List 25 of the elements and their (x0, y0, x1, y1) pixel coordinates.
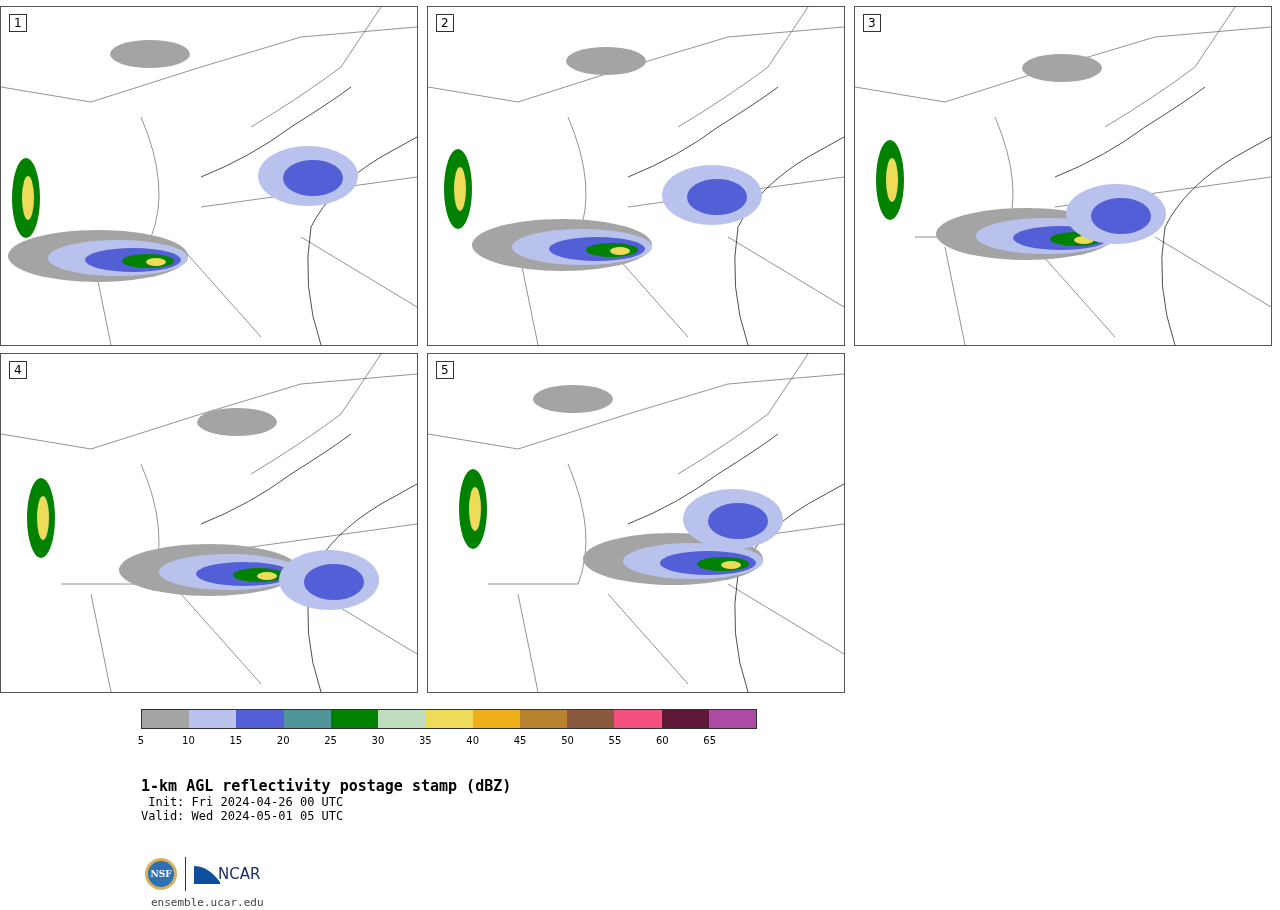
tick-label: 30 (371, 735, 385, 746)
tick-label: 5 (137, 735, 145, 746)
seal-logo: NSF (145, 858, 177, 890)
tick-label: 10 (182, 735, 195, 746)
panel-number: 4 (9, 361, 27, 379)
ncar-logo-text: NCAR (218, 865, 261, 883)
tick-label: 35 (419, 735, 432, 746)
tick-label: 55 (608, 735, 622, 746)
panel-number: 3 (863, 14, 881, 32)
tick-label: 60 (655, 735, 669, 746)
tick-label: 50 (561, 735, 574, 746)
tick-label: 65 (703, 735, 717, 746)
tick-label: 45 (513, 735, 527, 746)
tick-label: 25 (324, 735, 337, 746)
valid-time: Valid: Wed 2024-05-01 05 UTC (141, 809, 345, 823)
tick-label: 15 (229, 735, 243, 746)
panel-number: 5 (436, 361, 454, 379)
wave-logo-icon (194, 864, 220, 884)
init-time: Init: Fri 2024-04-26 00 UTC (147, 795, 345, 809)
panel-number: 2 (436, 14, 454, 32)
tick-label: 20 (276, 735, 290, 746)
site-url: ensemble.ucar.edu (151, 896, 265, 909)
tick-label: 40 (466, 735, 480, 746)
panel-number: 1 (9, 14, 27, 32)
chart-title: 1-km AGL reflectivity postage stamp (dBZ) (141, 777, 513, 795)
